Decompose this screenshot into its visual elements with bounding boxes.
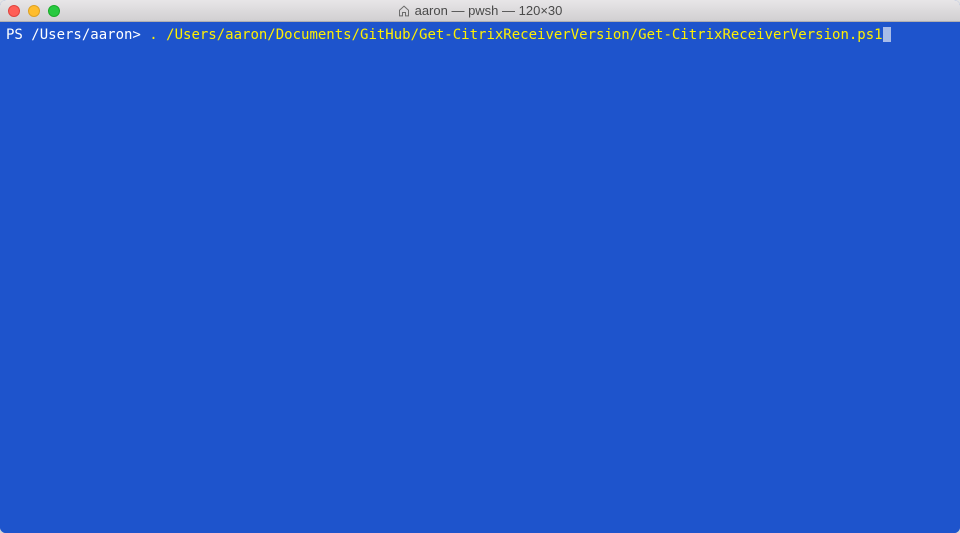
command-text: . /Users/aaron/Documents/GitHub/Get-Citr… — [149, 27, 882, 43]
terminal-window: aaron — pwsh — 120×30 PS /Users/aaron> .… — [0, 0, 960, 533]
close-button[interactable] — [8, 5, 20, 17]
titlebar: aaron — pwsh — 120×30 — [0, 0, 960, 22]
minimize-button[interactable] — [28, 5, 40, 17]
prompt: PS /Users/aaron> — [6, 27, 149, 43]
traffic-lights — [0, 5, 60, 17]
home-icon — [398, 5, 410, 17]
cursor — [883, 27, 891, 42]
title-wrap: aaron — pwsh — 120×30 — [0, 3, 960, 18]
terminal-content[interactable]: PS /Users/aaron> . /Users/aaron/Document… — [0, 22, 960, 533]
maximize-button[interactable] — [48, 5, 60, 17]
window-title: aaron — pwsh — 120×30 — [415, 3, 563, 18]
